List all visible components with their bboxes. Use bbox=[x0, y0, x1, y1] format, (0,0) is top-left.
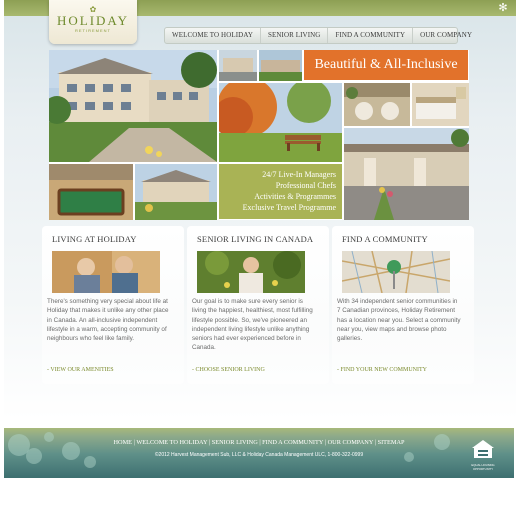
footer: HOME | WELCOME TO HOLIDAY | SENIOR LIVIN… bbox=[4, 428, 514, 478]
promo-line-4: Exclusive Travel Programme bbox=[242, 203, 336, 212]
footer-copyright: ©2012 Harvest Management Sub, LLC & Holi… bbox=[154, 452, 364, 458]
card-find-community: FIND A COMMUNITY With 34 independent sen… bbox=[332, 226, 474, 384]
holiday-logo[interactable]: ✿ HOLIDAY RETIREMENT bbox=[49, 0, 137, 44]
photo-bedroom bbox=[412, 83, 469, 126]
main-nav: WELCOME TO HOLIDAY SENIOR LIVING FIND A … bbox=[164, 27, 472, 44]
footer-link-our-company[interactable]: OUR COMPANY bbox=[328, 439, 374, 446]
photo-entrance-garden bbox=[344, 128, 469, 220]
logo-tagline: RETIREMENT bbox=[75, 28, 111, 33]
equal-housing-icon: EQUAL HOUSING OPPORTUNITY bbox=[470, 439, 496, 471]
nav-our-company[interactable]: OUR COMPANY bbox=[413, 28, 479, 43]
choose-senior-living-link[interactable]: - CHOOSE SENIOR LIVING bbox=[192, 367, 265, 373]
find-community-link[interactable]: - FIND YOUR NEW COMMUNITY bbox=[337, 367, 427, 373]
card-body: Our goal is to make sure every senior is… bbox=[192, 298, 313, 352]
photo-map-pin bbox=[342, 251, 450, 293]
promo-line-3: Activities & Programmes bbox=[254, 192, 336, 201]
photo-senior-garden bbox=[197, 251, 305, 293]
promo-line-1: 24/7 Live-In Managers bbox=[262, 170, 336, 179]
view-amenities-link[interactable]: - VIEW OUR AMENITIES bbox=[47, 367, 114, 373]
card-title: FIND A COMMUNITY bbox=[342, 234, 428, 244]
maple-leaf-icon: ✻ bbox=[498, 2, 508, 14]
footer-link-home[interactable]: HOME bbox=[113, 439, 132, 446]
logo-name: HOLIDAY bbox=[56, 13, 130, 28]
photo-building-small-2 bbox=[259, 50, 302, 81]
promo-line-2: Professional Chefs bbox=[275, 181, 336, 190]
card-title: LIVING AT HOLIDAY bbox=[52, 234, 137, 244]
card-title: SENIOR LIVING IN CANADA bbox=[197, 234, 314, 244]
nav-find-community[interactable]: FIND A COMMUNITY bbox=[328, 28, 414, 43]
footer-link-sitemap[interactable]: SITEMAP bbox=[378, 439, 405, 446]
footer-nav: HOME | WELCOME TO HOLIDAY | SENIOR LIVIN… bbox=[4, 439, 514, 446]
photo-residence-exterior bbox=[49, 50, 217, 162]
footer-link-welcome[interactable]: WELCOME TO HOLIDAY bbox=[136, 439, 207, 446]
card-living-at-holiday: LIVING AT HOLIDAY There's something very… bbox=[42, 226, 184, 384]
card-senior-living: SENIOR LIVING IN CANADA Our goal is to m… bbox=[187, 226, 329, 384]
card-body: There's something very special about lif… bbox=[47, 298, 169, 343]
photo-autumn-bench bbox=[219, 83, 342, 162]
photo-dining-room bbox=[344, 83, 410, 126]
card-body: With 34 independent senior communities i… bbox=[337, 298, 461, 343]
nav-welcome[interactable]: WELCOME TO HOLIDAY bbox=[165, 28, 262, 43]
hero-banner: Beautiful & All-Inclusive bbox=[304, 50, 468, 80]
photo-building-small-1 bbox=[219, 50, 257, 81]
photo-seniors-laughing bbox=[52, 251, 160, 293]
photo-residence-garden bbox=[135, 164, 217, 220]
photo-billiards-room bbox=[49, 164, 133, 220]
footer-link-senior-living[interactable]: SENIOR LIVING bbox=[212, 439, 258, 446]
features-promo: 24/7 Live-In Managers Professional Chefs… bbox=[219, 164, 342, 219]
equal-housing-label: EQUAL HOUSING OPPORTUNITY bbox=[471, 463, 495, 471]
nav-senior-living[interactable]: SENIOR LIVING bbox=[261, 28, 329, 43]
logo-flower-icon: ✿ bbox=[89, 5, 97, 14]
footer-link-find-community[interactable]: FIND A COMMUNITY bbox=[262, 439, 323, 446]
